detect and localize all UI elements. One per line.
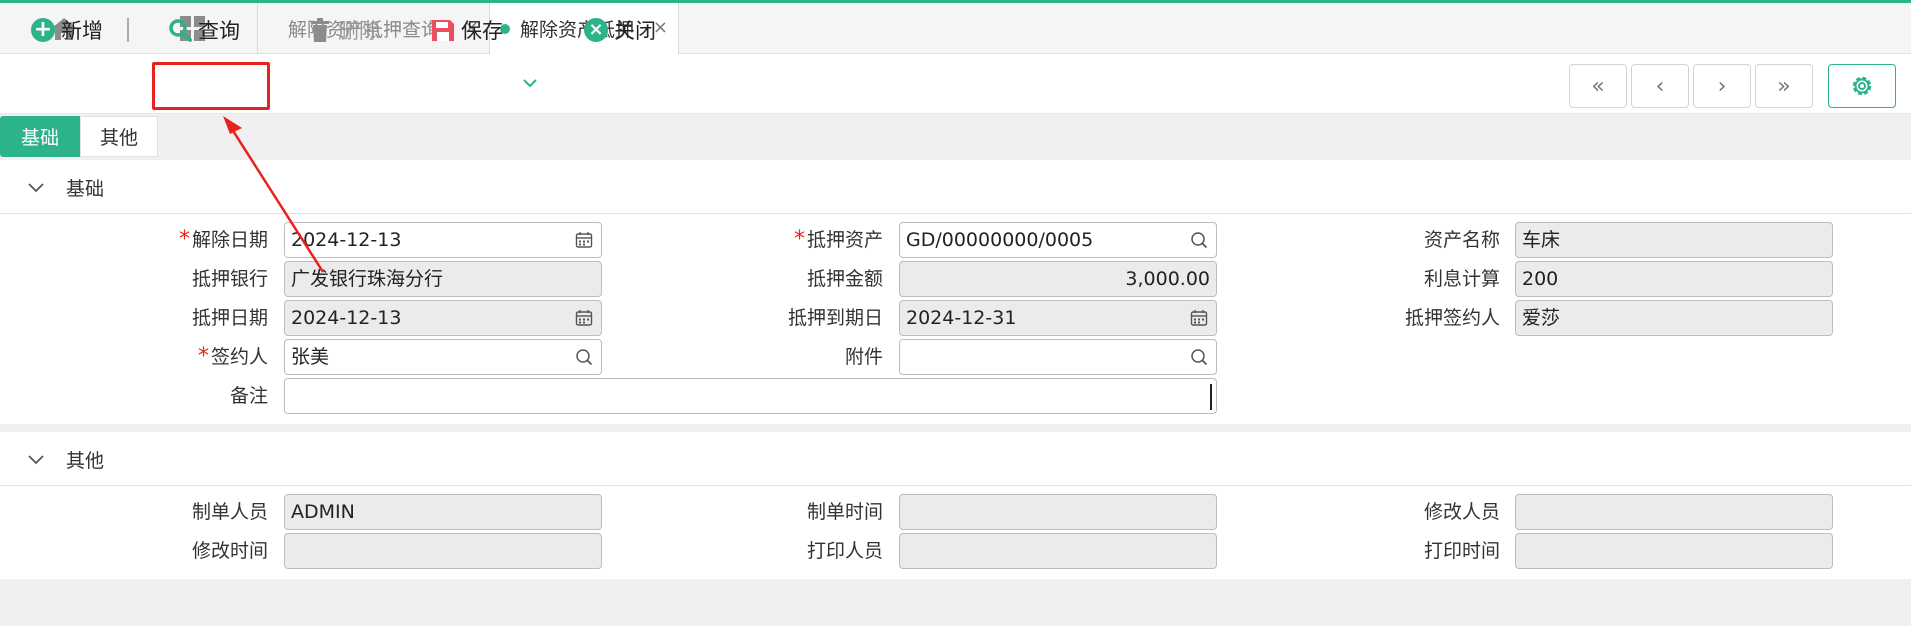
pledge-bank-label: 抵押银行 (191, 268, 268, 290)
annotation-highlight-box (152, 62, 270, 110)
section-title: 基础 (66, 178, 105, 200)
settings-button[interactable] (1828, 64, 1896, 108)
required-mark: * (793, 227, 805, 252)
pledge-amount-label: 抵押金额 (806, 268, 883, 290)
magnifier-icon[interactable] (1190, 348, 1208, 366)
pledge-due-date-label: 抵押到期日 (787, 307, 883, 329)
close-button[interactable]: × 关闭 (584, 14, 656, 46)
modify-time-field (284, 533, 602, 569)
text-cursor (1210, 384, 1212, 410)
pledge-date-label: 抵押日期 (191, 307, 268, 329)
first-record-button[interactable]: « (1569, 64, 1627, 108)
magnifier-icon[interactable] (1190, 231, 1208, 249)
print-time-field (1515, 533, 1833, 569)
query-label: 查询 (198, 19, 240, 43)
subtab-other[interactable]: 其他 (80, 116, 158, 157)
pledge-signer-label: 抵押签约人 (1404, 307, 1500, 329)
pledge-due-date-field: 2024-12-31 (899, 300, 1217, 336)
delete-label: 删除 (338, 19, 380, 43)
chevron-down-icon[interactable] (27, 178, 45, 196)
magnifier-icon[interactable] (575, 348, 593, 366)
search-icon (169, 19, 192, 42)
required-mark: * (197, 344, 209, 369)
last-record-button[interactable]: » (1755, 64, 1813, 108)
section-other-header[interactable]: 其他 (0, 432, 1911, 486)
signer-label: * 签约人 (197, 344, 268, 369)
chevron-down-icon[interactable] (27, 450, 45, 468)
pledged-asset-label: * 抵押资产 (793, 227, 883, 252)
interest-calc-label: 利息计算 (1423, 268, 1500, 290)
required-mark: * (178, 227, 190, 252)
section-basic-header[interactable]: 基础 (0, 160, 1911, 214)
save-button[interactable]: 保存 (431, 14, 503, 46)
save-icon (432, 20, 454, 41)
prev-record-button[interactable]: ‹ (1631, 64, 1689, 108)
calendar-icon (575, 310, 593, 326)
trash-icon (311, 18, 329, 42)
printer-label: 打印人员 (806, 540, 883, 562)
pledge-amount-field: 3,000.00 (899, 261, 1217, 297)
modifier-field (1515, 494, 1833, 530)
calendar-icon[interactable] (575, 231, 593, 249)
plus-circle-icon: + (31, 18, 55, 42)
interest-calc-field: 200 (1515, 261, 1833, 297)
delete-button[interactable]: 删除 (308, 14, 380, 46)
creator-label: 制单人员 (191, 501, 268, 523)
section-other: 其他 制单人员 ADMIN 制单时间 修改人员 修改时间 打印人员 打印时间 (0, 432, 1911, 579)
print-time-label: 打印时间 (1423, 540, 1500, 562)
modifier-label: 修改人员 (1423, 501, 1500, 523)
remark-label: 备注 (229, 385, 268, 407)
pledge-date-field: 2024-12-13 (284, 300, 602, 336)
printer-field (899, 533, 1217, 569)
release-date-field[interactable]: 2024-12-13 (284, 222, 602, 258)
add-button[interactable]: + 新增 (31, 14, 103, 46)
create-time-field (899, 494, 1217, 530)
divider (127, 18, 129, 42)
subtab-basic[interactable]: 基础 (0, 116, 80, 157)
attachment-label: 附件 (844, 346, 883, 368)
close-label: 关闭 (614, 19, 656, 43)
gear-icon (1852, 76, 1872, 96)
chevron-down-icon[interactable] (522, 77, 538, 89)
modify-time-label: 修改时间 (191, 540, 268, 562)
tab-bar: 解除资产抵押查询 × 解除资产抵押 × (0, 0, 1911, 54)
release-date-label: * 解除日期 (178, 227, 268, 252)
asset-name-field: 车床 (1515, 222, 1833, 258)
pledge-bank-field: 广发银行珠海分行 (284, 261, 602, 297)
remark-field[interactable] (284, 378, 1217, 414)
attachment-field[interactable] (899, 339, 1217, 375)
create-time-label: 制单时间 (806, 501, 883, 523)
asset-name-label: 资产名称 (1423, 229, 1500, 251)
query-button[interactable]: 查询 (168, 14, 240, 46)
save-label: 保存 (461, 19, 503, 43)
section-basic: 基础 * 解除日期 2024-12-13 * 抵押资产 GD/00000000/00… (0, 160, 1911, 424)
signer-field[interactable]: 张美 (284, 339, 602, 375)
add-label: 新增 (61, 19, 103, 43)
section-title: 其他 (66, 450, 105, 472)
pledged-asset-field[interactable]: GD/00000000/0005 (899, 222, 1217, 258)
creator-field: ADMIN (284, 494, 602, 530)
close-circle-icon: × (584, 18, 608, 42)
next-record-button[interactable]: › (1693, 64, 1751, 108)
calendar-icon (1190, 310, 1208, 326)
pledge-signer-field: 爱莎 (1515, 300, 1833, 336)
